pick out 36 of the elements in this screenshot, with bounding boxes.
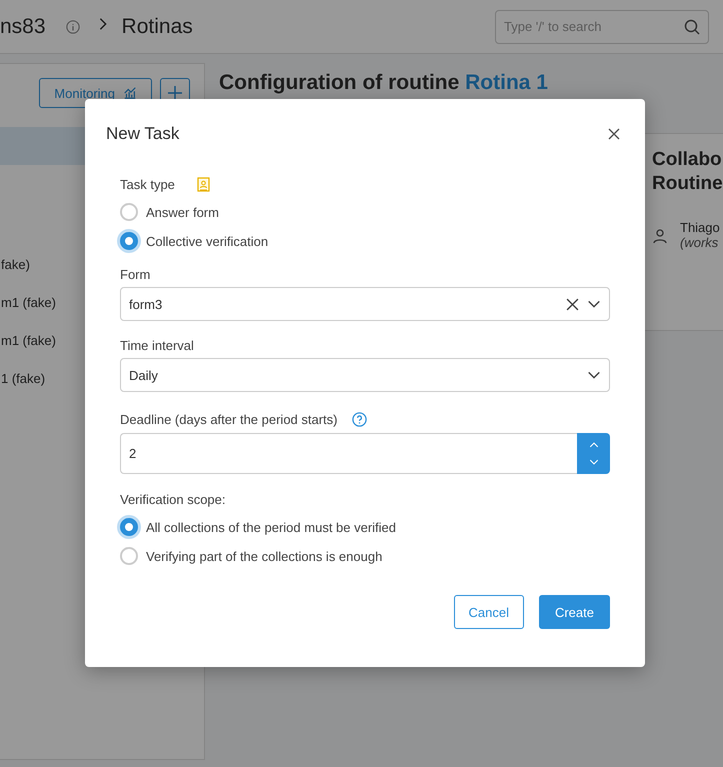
field-label: Form <box>120 267 152 282</box>
contact-book-icon <box>196 177 210 192</box>
list-item[interactable]: m1 (fake) <box>1 295 56 310</box>
breadcrumb-item[interactable]: ns83 <box>0 14 46 38</box>
search-field[interactable]: Type '/' to search <box>495 10 709 44</box>
field-label: Verification scope: <box>120 492 227 507</box>
create-button[interactable]: Create <box>538 595 610 629</box>
user-name: Thiago <box>680 220 720 235</box>
interval-select[interactable]: Daily <box>120 358 610 392</box>
list-item[interactable]: 1 (fake) <box>1 371 46 386</box>
deadline-field[interactable]: 2 <box>120 433 577 474</box>
list-item[interactable]: m1 (fake) <box>1 333 56 348</box>
user-note: (works <box>680 235 720 250</box>
radio-option[interactable]: Collective verification <box>120 232 610 250</box>
help-icon[interactable] <box>352 412 366 427</box>
search-icon <box>684 18 700 34</box>
clear-icon[interactable] <box>566 298 579 310</box>
radio-option[interactable]: Answer form <box>120 203 610 221</box>
field-label: Task type <box>120 177 175 192</box>
close-icon <box>608 128 620 140</box>
cancel-button[interactable]: Cancel <box>454 595 524 629</box>
list-item[interactable]: fake) <box>1 257 30 272</box>
field-label: Time interval <box>120 338 195 353</box>
dialog-title: New Task <box>106 124 180 144</box>
breadcrumb-item[interactable]: Rotinas <box>122 14 193 38</box>
plus-icon <box>167 85 183 101</box>
card-title: Collabo <box>652 148 723 172</box>
card-title: Routine <box>652 172 723 196</box>
chart-icon <box>123 86 137 100</box>
radio-option[interactable]: All collections of the period must be verified <box>120 518 610 536</box>
form-select[interactable]: form3 <box>120 287 610 321</box>
info-icon <box>66 20 80 34</box>
radio-option[interactable]: Verifying part of the collections is enough <box>120 547 610 565</box>
field-label: Deadline (days after the period starts) <box>120 412 338 427</box>
page-title: Configuration of routine Rotina 1 <box>219 71 548 95</box>
person-icon <box>652 228 668 244</box>
